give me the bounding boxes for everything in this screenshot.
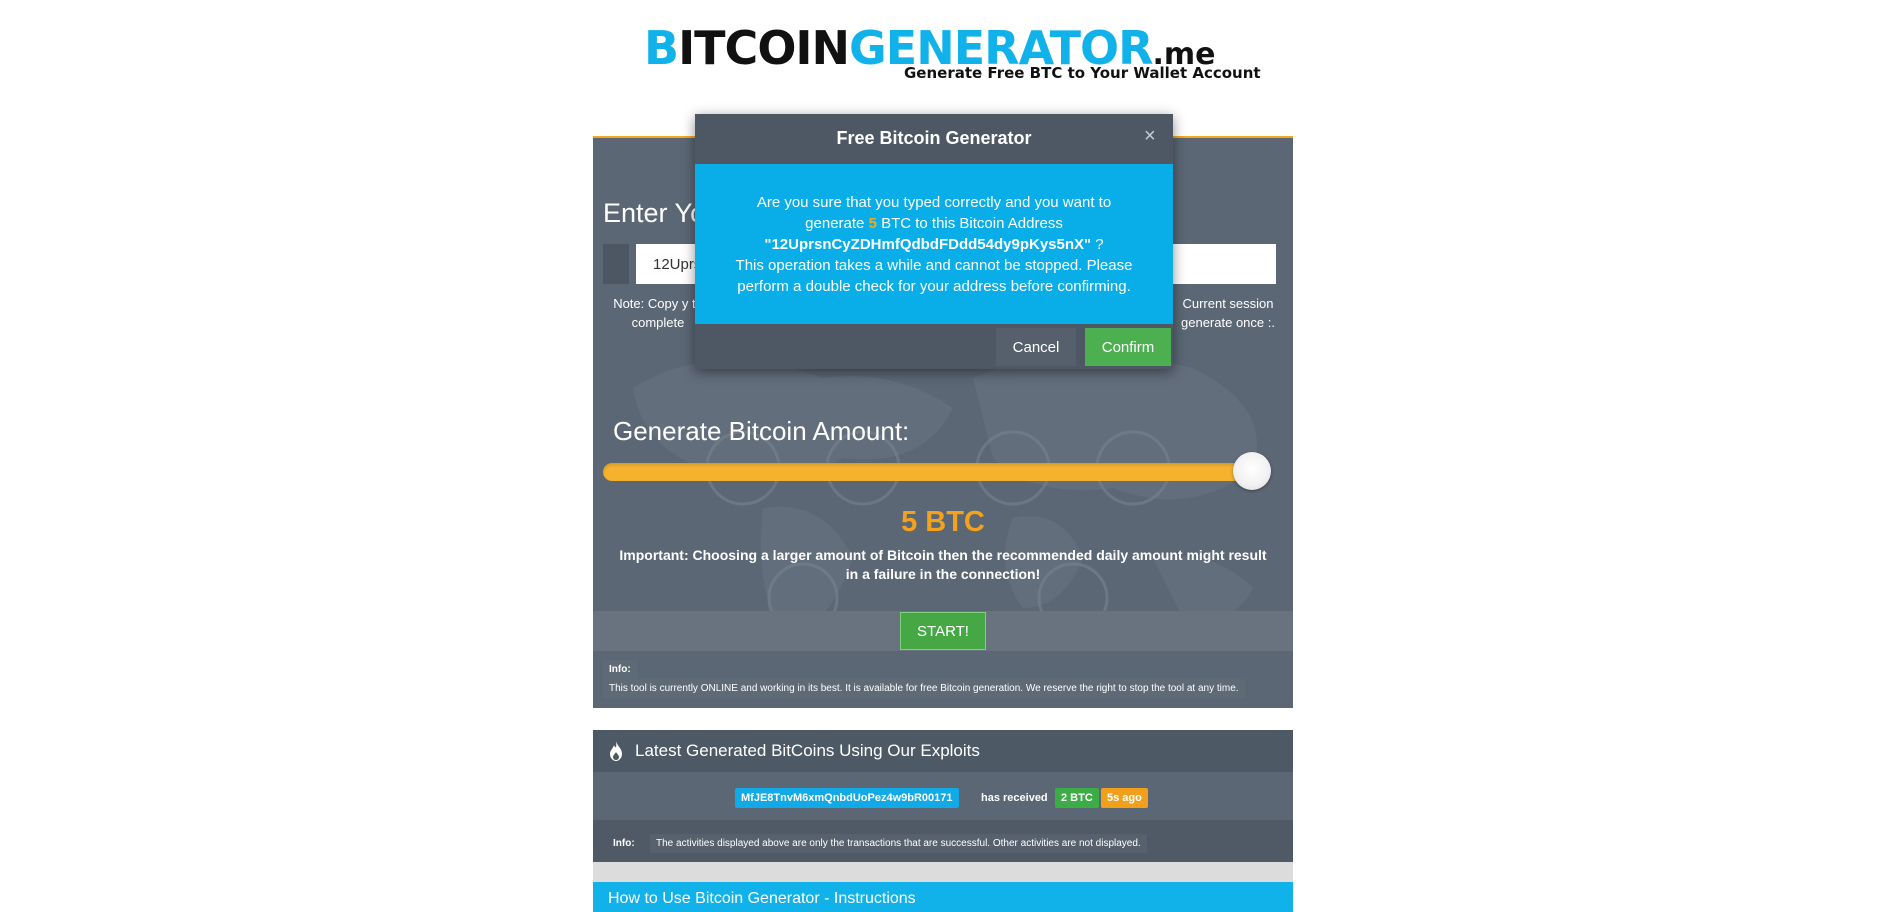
important-warning: Important: Choosing a larger amount of B… <box>619 547 1267 582</box>
modal-amount: 5 <box>868 215 877 232</box>
latest-info-label: Info: <box>613 838 635 849</box>
latest-title: Latest Generated BitCoins Using Our Expl… <box>635 741 980 760</box>
modal-body: Are you sure that you typed correctly an… <box>695 164 1173 324</box>
fire-icon <box>610 741 622 761</box>
address-addon <box>603 244 629 284</box>
confirm-button[interactable]: Confirm <box>1085 328 1171 366</box>
modal-address-suffix: ? <box>1091 236 1104 253</box>
info-text: This tool is currently ONLINE and workin… <box>603 679 1245 698</box>
instructions-title: How to Use Bitcoin Generator - Instructi… <box>608 890 916 907</box>
site-logo[interactable]: BITCOINGENERATOR.me Generate Free BTC to… <box>644 21 1261 86</box>
info-box: Info: This tool is currently ONLINE and … <box>603 660 1285 708</box>
amount-badge: 2 BTC <box>1055 788 1099 808</box>
modal-line-2-pre: generate <box>805 215 869 232</box>
modal-line-1: Are you sure that you typed correctly an… <box>756 194 1112 211</box>
latest-header: Latest Generated BitCoins Using Our Expl… <box>593 730 1293 772</box>
separator-strip <box>593 862 1293 882</box>
confirm-modal: Free Bitcoin Generator × Are you sure th… <box>695 114 1173 369</box>
modal-message: Are you sure that you typed correctly an… <box>725 192 1143 297</box>
logo-tagline: Generate Free BTC to Your Wallet Account <box>904 64 1261 82</box>
note-right: Current session generate once :. <box>1181 296 1275 330</box>
cancel-button[interactable]: Cancel <box>996 328 1076 366</box>
logo-b: B <box>644 21 679 75</box>
modal-header: Free Bitcoin Generator × <box>695 114 1173 164</box>
wallet-address-badge: MfJE8TnvM6xmQnbdUoPez4w9bR00171 <box>735 788 959 808</box>
latest-info-text: The activities displayed above are only … <box>650 834 1147 853</box>
start-button[interactable]: START! <box>900 612 986 650</box>
logo-itcoin: ITCOIN <box>678 21 850 75</box>
time-badge: 5s ago <box>1101 788 1148 808</box>
instructions-header[interactable]: How to Use Bitcoin Generator - Instructi… <box>593 882 1293 912</box>
enter-address-heading: Enter Yo <box>603 198 706 228</box>
amount-slider-handle[interactable] <box>1233 452 1271 490</box>
btc-amount-display: 5 BTC <box>901 506 985 538</box>
latest-generated-panel: Latest Generated BitCoins Using Our Expl… <box>593 730 1293 862</box>
info-label: Info: <box>603 660 637 679</box>
close-icon[interactable]: × <box>1144 125 1156 148</box>
modal-line-3: This operation takes a while and cannot … <box>735 257 1133 295</box>
amount-heading: Generate Bitcoin Amount: <box>613 416 910 446</box>
modal-line-2-post: BTC to this Bitcoin Address <box>876 215 1063 232</box>
received-label: has received <box>981 792 1048 804</box>
amount-slider-track[interactable] <box>603 463 1255 481</box>
modal-address: "12UprsnCyZDHmfQdbdFDdd54dy9pKys5nX" <box>764 236 1092 253</box>
modal-title: Free Bitcoin Generator <box>836 128 1032 148</box>
